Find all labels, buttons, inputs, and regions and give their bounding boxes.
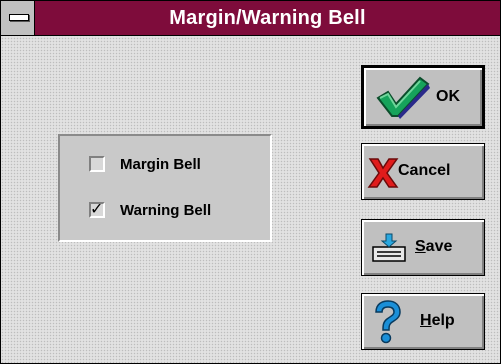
ok-button[interactable]: OK [361,65,485,129]
window-title: Margin/Warning Bell [169,7,366,29]
checkmark-icon [376,76,430,119]
margin-bell-label[interactable]: Margin Bell [120,156,201,173]
save-tray-icon [372,233,406,262]
dialog-window: Margin/Warning Bell Margin Bell ✓ Warnin… [0,0,501,364]
warning-bell-label[interactable]: Warning Bell [120,202,211,219]
save-label: Save [415,238,453,255]
checkmark-glyph: ✓ [90,199,104,218]
warning-bell-checkbox-row[interactable]: ✓ Warning Bell [89,199,211,221]
margin-bell-checkbox[interactable] [89,156,105,172]
red-x-icon [367,158,399,188]
margin-bell-checkbox-row[interactable]: Margin Bell [89,153,201,175]
help-label: Help [420,312,455,329]
system-menu-icon [9,14,29,21]
ok-label: OK [436,88,460,105]
help-button[interactable]: Help [361,293,485,350]
warning-bell-checkbox[interactable]: ✓ [89,199,105,218]
question-mark-icon [375,300,401,344]
cancel-label: Cancel [398,162,451,179]
save-button[interactable]: Save [361,219,485,276]
cancel-button[interactable]: Cancel [361,143,485,200]
system-menu-button[interactable] [1,1,35,35]
title-bar: Margin/Warning Bell [1,1,500,36]
bell-options-group: Margin Bell ✓ Warning Bell [58,134,272,242]
